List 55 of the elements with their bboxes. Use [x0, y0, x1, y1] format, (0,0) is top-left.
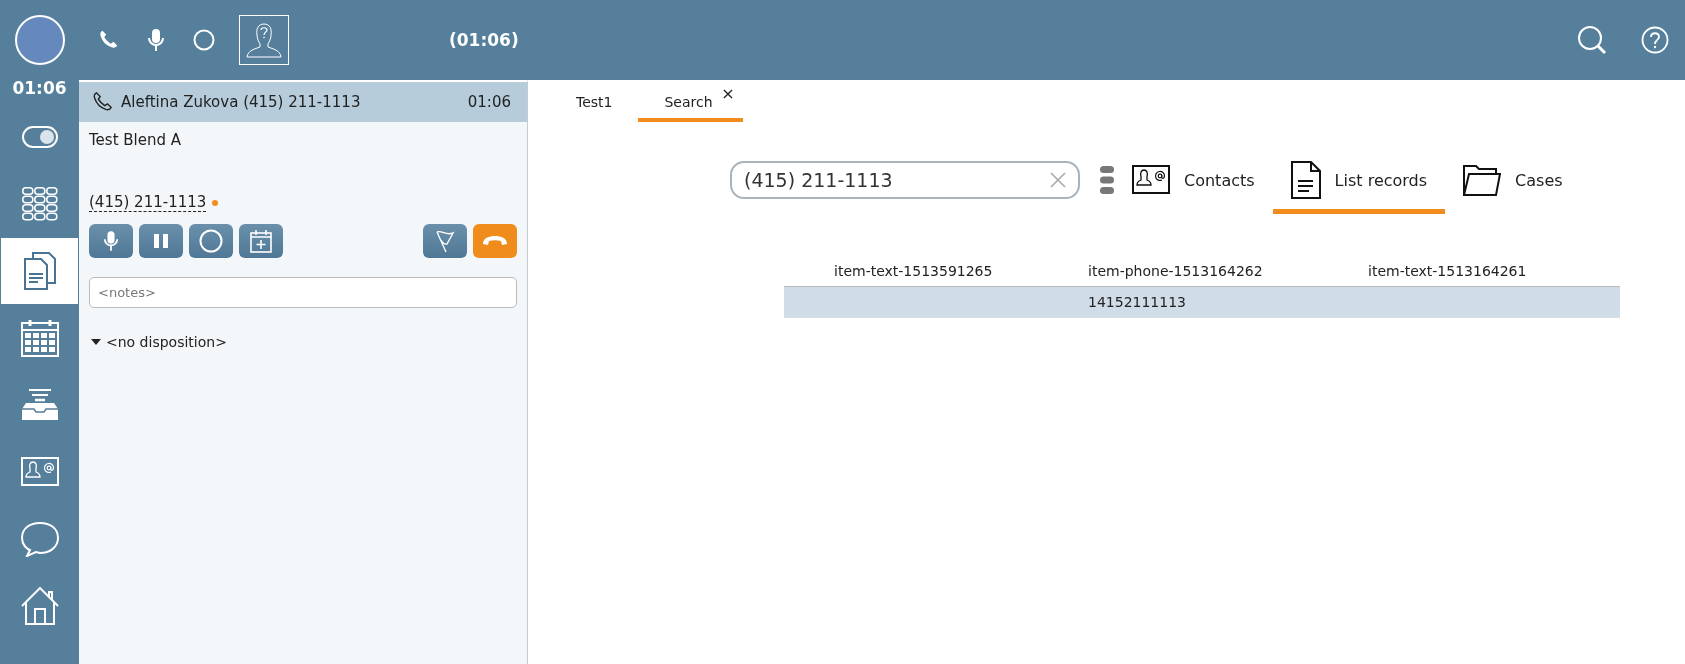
source-tab[interactable]: Contacts — [1114, 151, 1273, 214]
column-header: item-phone-1513164262 — [1088, 263, 1264, 279]
menu-icon[interactable] — [1100, 165, 1114, 195]
microphone-icon[interactable] — [147, 28, 165, 52]
calendar-icon — [20, 319, 59, 357]
contact-card-icon — [1132, 165, 1170, 195]
search-icon[interactable] — [1577, 25, 1607, 55]
documents-icon — [22, 252, 57, 290]
home-icon — [20, 587, 59, 625]
column-header: item-text-1513164261 — [1368, 263, 1528, 279]
inbox-icon — [20, 389, 59, 421]
toggle-icon — [21, 126, 58, 148]
flag-button[interactable] — [423, 224, 467, 258]
microphone-icon — [103, 230, 119, 252]
document-icon — [1290, 161, 1321, 199]
source-tab[interactable]: List records — [1272, 151, 1446, 214]
record-button[interactable] — [189, 224, 233, 258]
unknown-contact-icon[interactable] — [239, 15, 289, 65]
contact-card-icon — [20, 457, 59, 487]
status-avatar[interactable] — [14, 15, 65, 65]
hang-up-icon — [481, 234, 509, 248]
help-icon[interactable] — [1641, 26, 1669, 54]
phone-number-link[interactable]: (415) 211-1113 — [89, 193, 207, 212]
rail-timer: 01:06 — [12, 78, 67, 100]
speech-bubble-icon — [20, 521, 59, 557]
hold-button[interactable] — [139, 224, 183, 258]
column-header: item-text-1513591265 — [833, 263, 994, 279]
schedule-button[interactable] — [239, 224, 283, 258]
mute-button[interactable] — [89, 224, 133, 258]
status-dot — [212, 199, 219, 206]
close-tab-button[interactable]: × — [721, 84, 735, 103]
campaign-name: Test Blend A — [89, 131, 183, 149]
record-icon — [199, 229, 223, 253]
search-field[interactable]: (415) 211-1113 — [730, 161, 1080, 199]
clear-icon[interactable] — [1050, 172, 1066, 188]
disposition-dropdown[interactable]: <no disposition> — [91, 334, 227, 350]
record-icon[interactable] — [193, 29, 215, 51]
tab[interactable]: Search × — [638, 84, 743, 122]
table-row[interactable]: 14152111113 — [784, 286, 1620, 318]
tab[interactable]: Test1 — [550, 84, 639, 122]
hang-up-button[interactable] — [473, 224, 517, 258]
folder-icon — [1463, 163, 1502, 197]
pause-icon — [153, 233, 169, 249]
call-timer: (01:06) — [449, 30, 519, 50]
caret-icon — [91, 339, 101, 345]
calendar-add-icon — [250, 229, 272, 253]
table-cell: 14152111113 — [1088, 294, 1186, 310]
flag-icon — [434, 229, 456, 253]
rail-item[interactable] — [1, 238, 78, 304]
caller-name: Aleftina Zukova (415) 211-1113 — [121, 93, 362, 111]
phone-icon — [91, 91, 113, 113]
call-duration: 01:06 — [467, 93, 511, 111]
notes-field[interactable]: <notes> — [89, 277, 517, 308]
dialpad-icon — [21, 187, 58, 221]
source-tab[interactable]: Cases — [1445, 151, 1581, 214]
